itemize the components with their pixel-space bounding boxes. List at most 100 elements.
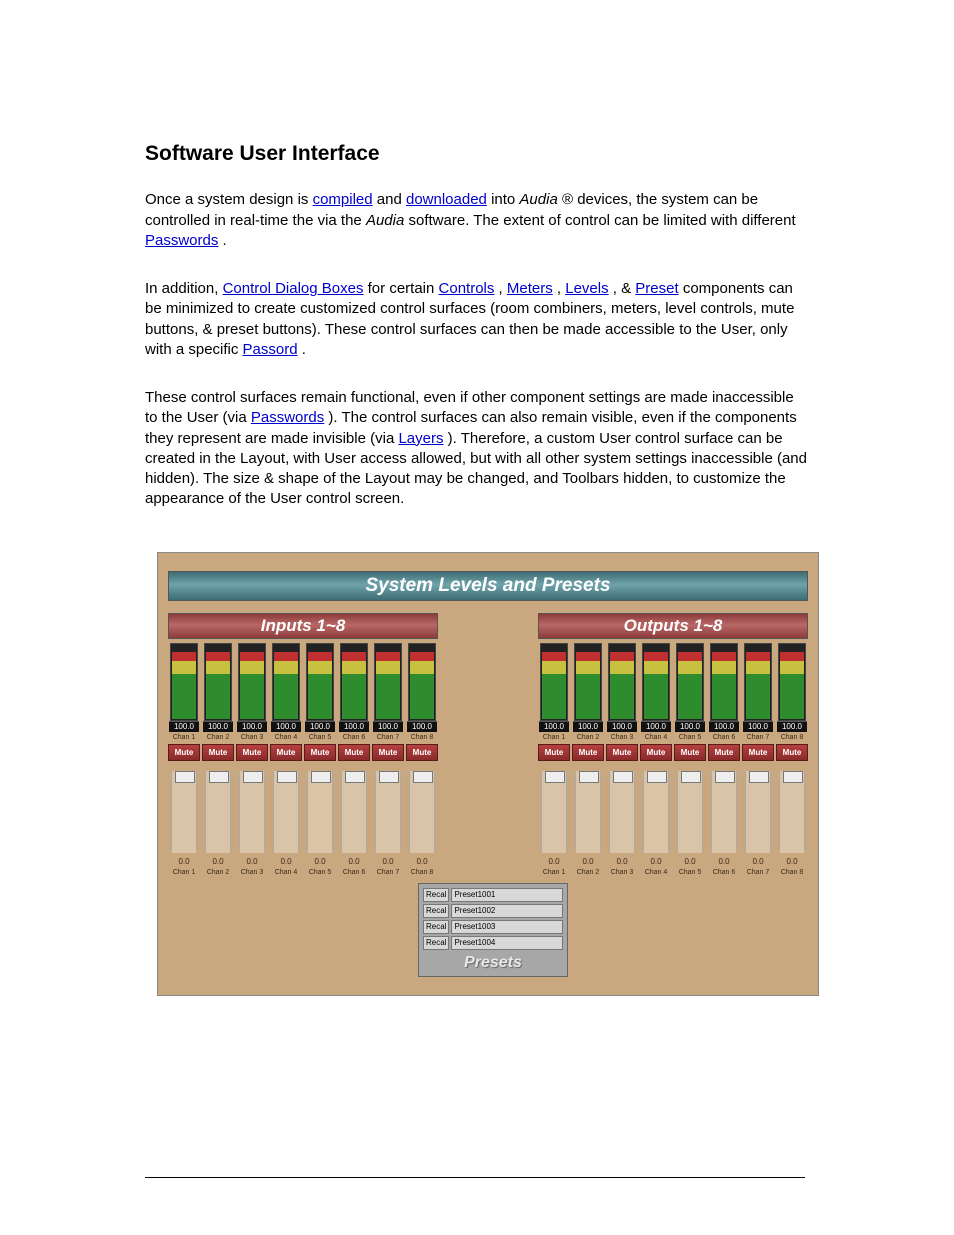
- app-title-bar: System Levels and Presets: [168, 571, 808, 601]
- fader-track[interactable]: [341, 771, 367, 853]
- mute-button[interactable]: Mute: [338, 744, 370, 761]
- fader-knob[interactable]: [345, 771, 365, 783]
- link-downloaded[interactable]: downloaded: [406, 191, 487, 208]
- meter-value: 100.0: [169, 721, 199, 733]
- channel-label: Chan 7: [377, 733, 400, 742]
- fader-track[interactable]: [677, 771, 703, 853]
- fader-track[interactable]: [575, 771, 601, 853]
- fader-track[interactable]: [609, 771, 635, 853]
- mute-button[interactable]: Mute: [236, 744, 268, 761]
- link-layers[interactable]: Layers: [398, 430, 443, 447]
- channel-meter: 100.0Chan 4Mute: [270, 643, 302, 761]
- fader-track[interactable]: [745, 771, 771, 853]
- fader-knob[interactable]: [209, 771, 229, 783]
- presets-title: Presets: [423, 952, 563, 974]
- link-preset[interactable]: Preset: [635, 280, 678, 297]
- level-meter: [778, 643, 806, 721]
- fader-knob[interactable]: [311, 771, 331, 783]
- recall-button[interactable]: Recal: [423, 936, 449, 950]
- mute-button[interactable]: Mute: [776, 744, 808, 761]
- mute-button[interactable]: Mute: [168, 744, 200, 761]
- channel-meter: 100.0Chan 3Mute: [236, 643, 268, 761]
- fader-track[interactable]: [205, 771, 231, 853]
- mute-button[interactable]: Mute: [270, 744, 302, 761]
- fader-knob[interactable]: [545, 771, 565, 783]
- channel-label: Chan 6: [343, 733, 366, 742]
- link-compiled[interactable]: compiled: [313, 191, 373, 208]
- channel-label: Chan 1: [173, 868, 196, 877]
- channel-label: Chan 1: [543, 733, 566, 742]
- fader-track[interactable]: [239, 771, 265, 853]
- level-meter: [272, 643, 300, 721]
- fader-track[interactable]: [541, 771, 567, 853]
- link-levels[interactable]: Levels: [565, 280, 608, 297]
- fader-knob[interactable]: [613, 771, 633, 783]
- brand-audia: Audia: [519, 191, 557, 208]
- fader-track[interactable]: [409, 771, 435, 853]
- preset-row: RecalPreset1002: [423, 904, 563, 918]
- channel-meter: 100.0Chan 8Mute: [406, 643, 438, 761]
- link-meters[interactable]: Meters: [507, 280, 553, 297]
- mute-button[interactable]: Mute: [674, 744, 706, 761]
- fader-knob[interactable]: [715, 771, 735, 783]
- fader-knob[interactable]: [749, 771, 769, 783]
- mute-button[interactable]: Mute: [708, 744, 740, 761]
- mute-button[interactable]: Mute: [606, 744, 638, 761]
- channel-fader: 0.0Chan 8: [776, 771, 808, 877]
- recall-button[interactable]: Recal: [423, 904, 449, 918]
- preset-name[interactable]: Preset1001: [451, 888, 563, 902]
- link-passwords[interactable]: Passwords: [145, 232, 218, 249]
- channel-meter: 100.0Chan 7Mute: [742, 643, 774, 761]
- channel-fader: 0.0Chan 2: [202, 771, 234, 877]
- preset-name[interactable]: Preset1003: [451, 920, 563, 934]
- meter-value: 100.0: [203, 721, 233, 733]
- fader-value: 0.0: [416, 857, 427, 868]
- fader-value: 0.0: [212, 857, 223, 868]
- fader-knob[interactable]: [175, 771, 195, 783]
- fader-value: 0.0: [752, 857, 763, 868]
- recall-button[interactable]: Recal: [423, 888, 449, 902]
- fader-track[interactable]: [171, 771, 197, 853]
- mute-button[interactable]: Mute: [304, 744, 336, 761]
- mute-button[interactable]: Mute: [372, 744, 404, 761]
- fader-track[interactable]: [307, 771, 333, 853]
- recall-button[interactable]: Recal: [423, 920, 449, 934]
- fader-track[interactable]: [273, 771, 299, 853]
- link-controls[interactable]: Controls: [439, 280, 495, 297]
- preset-name[interactable]: Preset1004: [451, 936, 563, 950]
- text: into: [491, 191, 519, 208]
- fader-knob[interactable]: [379, 771, 399, 783]
- fader-track[interactable]: [375, 771, 401, 853]
- link-passwords-2[interactable]: Passwords: [251, 409, 324, 426]
- channel-meter: 100.0Chan 2Mute: [572, 643, 604, 761]
- fader-knob[interactable]: [783, 771, 803, 783]
- fader-track[interactable]: [711, 771, 737, 853]
- mute-button[interactable]: Mute: [640, 744, 672, 761]
- fader-knob[interactable]: [243, 771, 263, 783]
- channel-meter: 100.0Chan 3Mute: [606, 643, 638, 761]
- meter-value: 100.0: [675, 721, 705, 733]
- level-meter: [744, 643, 772, 721]
- fader-track[interactable]: [643, 771, 669, 853]
- fader-knob[interactable]: [579, 771, 599, 783]
- preset-name[interactable]: Preset1002: [451, 904, 563, 918]
- mute-button[interactable]: Mute: [742, 744, 774, 761]
- link-control-dialog[interactable]: Control Dialog Boxes: [223, 280, 364, 297]
- mute-button[interactable]: Mute: [202, 744, 234, 761]
- link-passord[interactable]: Passord: [243, 341, 298, 358]
- fader-knob[interactable]: [277, 771, 297, 783]
- mute-button[interactable]: Mute: [406, 744, 438, 761]
- channel-meter: 100.0Chan 2Mute: [202, 643, 234, 761]
- fader-track[interactable]: [779, 771, 805, 853]
- fader-value: 0.0: [314, 857, 325, 868]
- fader-value: 0.0: [650, 857, 661, 868]
- fader-value: 0.0: [684, 857, 695, 868]
- fader-value: 0.0: [548, 857, 559, 868]
- fader-knob[interactable]: [413, 771, 433, 783]
- mute-button[interactable]: Mute: [538, 744, 570, 761]
- fader-knob[interactable]: [681, 771, 701, 783]
- fader-value: 0.0: [178, 857, 189, 868]
- fader-value: 0.0: [718, 857, 729, 868]
- mute-button[interactable]: Mute: [572, 744, 604, 761]
- fader-knob[interactable]: [647, 771, 667, 783]
